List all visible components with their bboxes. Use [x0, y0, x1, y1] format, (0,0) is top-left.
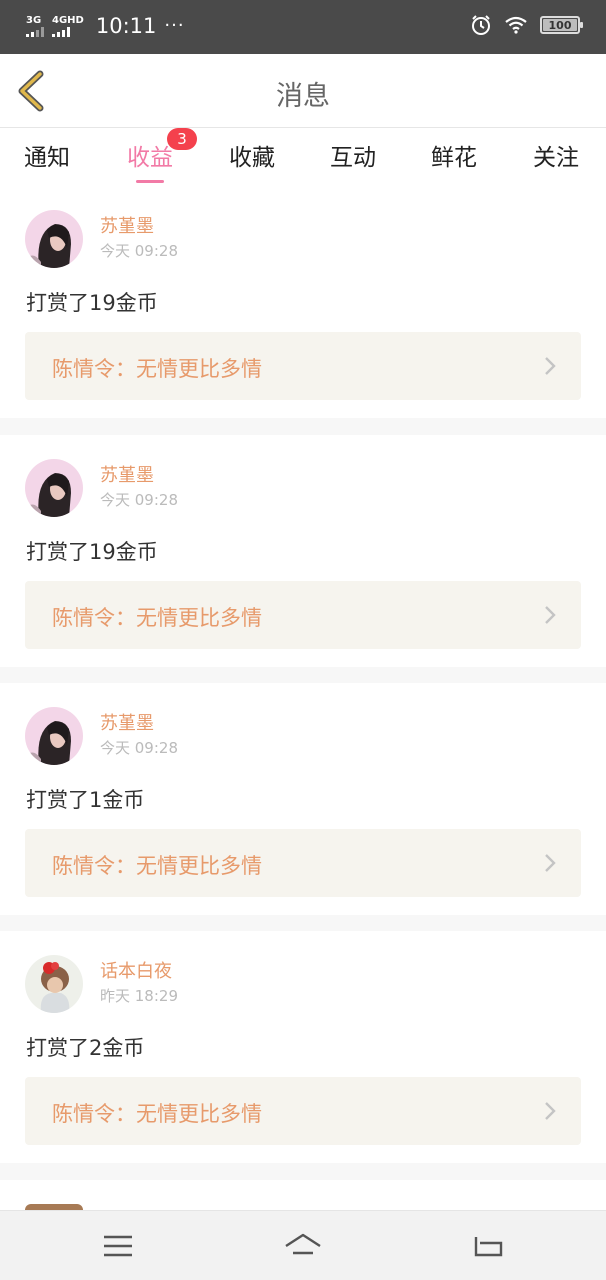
active-tab-indicator [136, 180, 164, 183]
tab-bar: 通知 收益 3 收藏 互动 鲜花 关注 [0, 128, 606, 186]
avatar[interactable] [25, 707, 83, 765]
tab-interaction[interactable]: 互动 [330, 138, 376, 172]
book-title: 陈情令：无情更比多情 [52, 854, 262, 878]
status-time: 10:11 [95, 14, 157, 38]
signal-4g-icon: 4GHD [52, 15, 84, 37]
home-icon[interactable] [283, 1229, 323, 1263]
chevron-right-icon [545, 1102, 556, 1120]
tab-label: 收藏 [229, 145, 275, 171]
battery-icon: 100 [540, 16, 583, 34]
tab-label: 互动 [330, 145, 376, 171]
message-time: 今天 09:28 [100, 491, 178, 509]
unread-badge: 3 [167, 128, 197, 150]
battery-level: 100 [548, 18, 572, 32]
tab-flowers[interactable]: 鲜花 [431, 138, 477, 172]
app-header: 消息 [0, 54, 606, 128]
message-card-partial [0, 1180, 606, 1210]
book-link[interactable]: 陈情令：无情更比多情 [25, 1077, 581, 1145]
message-card: 话本白夜 昨天 18:29 打赏了2金币 陈情令：无情更比多情 [0, 931, 606, 1163]
tab-label: 收益 [127, 145, 173, 171]
status-bar: 3G 4GHD 10:11 ··· 100 [0, 0, 606, 54]
menu-icon[interactable] [98, 1229, 138, 1263]
tab-earnings[interactable]: 收益 3 [127, 128, 197, 183]
book-title: 陈情令：无情更比多情 [52, 1102, 262, 1126]
sender-name[interactable]: 苏堇墨 [100, 212, 154, 238]
tab-label: 鲜花 [431, 145, 477, 171]
book-link[interactable]: 陈情令：无情更比多情 [25, 829, 581, 897]
signal-3g-icon: 3G [26, 15, 44, 37]
tab-following[interactable]: 关注 [533, 138, 579, 172]
message-card: 苏堇墨 今天 09:28 打赏了19金币 陈情令：无情更比多情 [0, 186, 606, 418]
book-link[interactable]: 陈情令：无情更比多情 [25, 332, 581, 400]
tab-notice[interactable]: 通知 [24, 138, 70, 172]
sender-name[interactable]: 苏堇墨 [100, 461, 154, 487]
avatar[interactable] [25, 955, 83, 1013]
network-label-2: 4GHD [52, 15, 84, 26]
network-label-1: 3G [26, 15, 42, 26]
message-card: 苏堇墨 今天 09:28 打赏了1金币 陈情令：无情更比多情 [0, 683, 606, 915]
wifi-icon [505, 16, 527, 34]
message-text: 打赏了19金币 [26, 291, 158, 315]
sender-name[interactable]: 苏堇墨 [100, 709, 154, 735]
page-title: 消息 [276, 81, 330, 112]
book-title: 陈情令：无情更比多情 [52, 357, 262, 381]
chevron-right-icon [545, 357, 556, 375]
system-nav-bar [0, 1210, 606, 1280]
message-text: 打赏了1金币 [26, 788, 145, 812]
tab-label: 通知 [24, 145, 70, 171]
sender-name[interactable]: 话本白夜 [100, 957, 172, 983]
message-card: 苏堇墨 今天 09:28 打赏了19金币 陈情令：无情更比多情 [0, 435, 606, 667]
chevron-right-icon [545, 854, 556, 872]
tab-favorites[interactable]: 收藏 [229, 138, 275, 172]
avatar[interactable] [25, 459, 83, 517]
message-text: 打赏了2金币 [26, 1036, 145, 1060]
message-time: 今天 09:28 [100, 242, 178, 260]
book-link[interactable]: 陈情令：无情更比多情 [25, 581, 581, 649]
alarm-icon [472, 15, 490, 35]
book-title: 陈情令：无情更比多情 [52, 606, 262, 630]
tab-label: 关注 [533, 145, 579, 171]
more-notifications-icon: ··· [164, 15, 185, 36]
chevron-right-icon [545, 606, 556, 624]
return-icon[interactable] [468, 1229, 508, 1263]
message-time: 昨天 18:29 [100, 987, 178, 1005]
message-text: 打赏了19金币 [26, 540, 158, 564]
avatar[interactable] [25, 210, 83, 268]
message-time: 今天 09:28 [100, 739, 178, 757]
